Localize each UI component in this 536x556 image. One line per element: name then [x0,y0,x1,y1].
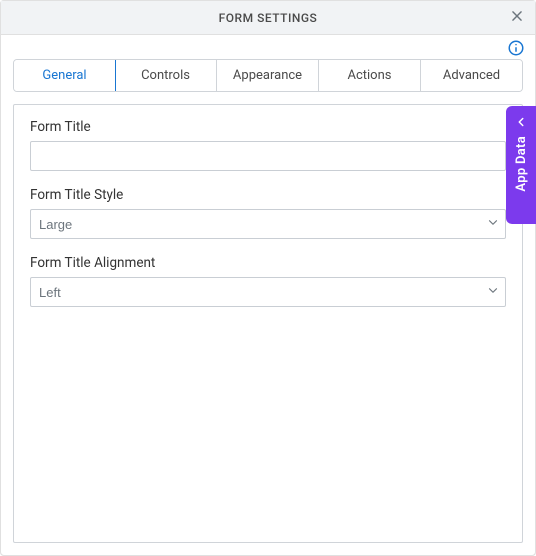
tab-general[interactable]: General [13,59,116,92]
field-form-title-style: Form Title Style Large [30,187,506,239]
info-button[interactable] [507,39,525,57]
close-icon [510,8,524,27]
form-title-style-select[interactable]: Large [30,209,506,239]
chevron-left-icon [514,114,528,128]
form-title-label: Form Title [30,119,506,135]
close-button[interactable] [507,8,527,28]
form-title-style-select-wrap: Large [30,209,506,239]
select-value: Left [39,285,61,300]
dialog-title: FORM SETTINGS [219,11,318,25]
form-title-alignment-select[interactable]: Left [30,277,506,307]
tab-label: Controls [141,68,190,83]
tab-label: General [42,68,86,83]
tab-label: Appearance [233,68,302,83]
content-area: Form Title Form Title Style Large Form T… [1,92,535,555]
tab-advanced[interactable]: Advanced [421,60,522,91]
form-title-alignment-select-wrap: Left [30,277,506,307]
form-settings-dialog: FORM SETTINGS General Controls Appearanc… [0,0,536,556]
form-title-input[interactable] [30,141,506,171]
tabs: General Controls Appearance Actions Adva… [13,59,523,92]
tab-label: Advanced [443,68,500,83]
info-row [1,35,535,57]
tab-appearance[interactable]: Appearance [217,60,319,91]
app-data-label: App Data [514,136,529,192]
form-title-style-label: Form Title Style [30,187,506,203]
form-title-alignment-label: Form Title Alignment [30,255,506,271]
field-form-title: Form Title [30,119,506,171]
general-panel: Form Title Form Title Style Large Form T… [13,104,523,543]
tab-label: Actions [347,68,391,83]
app-data-handle[interactable]: App Data [506,106,536,224]
field-form-title-alignment: Form Title Alignment Left [30,255,506,307]
dialog-header: FORM SETTINGS [1,1,535,35]
select-value: Large [39,217,72,232]
tab-actions[interactable]: Actions [319,60,421,91]
tab-controls[interactable]: Controls [115,60,217,91]
